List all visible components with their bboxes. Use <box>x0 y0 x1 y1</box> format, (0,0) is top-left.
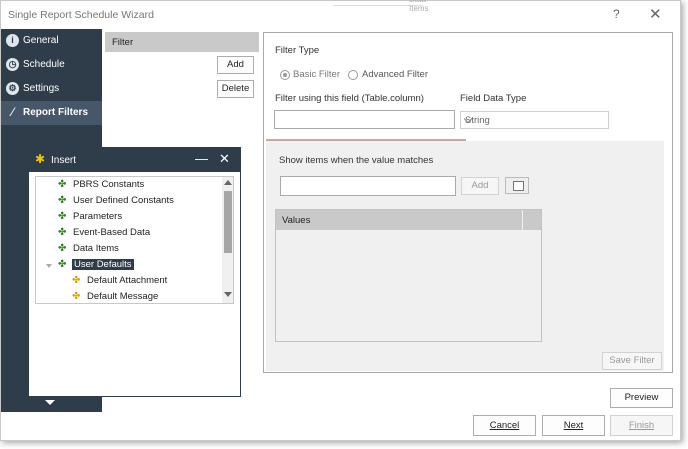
puzzle-icon: ✤ <box>58 227 67 238</box>
insert-icon: ✱ <box>35 152 46 166</box>
close-icon[interactable]: ✕ <box>649 5 662 23</box>
puzzle-icon: ✤ <box>58 179 67 190</box>
tree-item-label: Default Attachment <box>87 275 168 286</box>
match-value-input[interactable] <box>280 176 456 196</box>
value-list-icon[interactable] <box>505 177 529 194</box>
gold-puzzle-icon: ✤ <box>72 275 81 286</box>
filter-icon: ⁄ <box>11 105 14 119</box>
gear-icon: ⚙ <box>6 82 19 95</box>
insert-tree[interactable]: ✤ PBRS Constants ✤ User Defined Constants … <box>35 176 234 304</box>
background-tab-label: Data Items <box>409 0 429 13</box>
nav-item-schedule[interactable]: ◷ Schedule <box>1 53 102 77</box>
tree-item-label: Parameters <box>73 211 123 222</box>
advanced-filter-radio[interactable] <box>348 70 358 80</box>
add-filter-button[interactable]: Add <box>217 56 254 74</box>
filter-details-panel: Filter Type Basic Filter Advanced Filter… <box>263 32 673 373</box>
tree-scrollbar[interactable] <box>222 177 233 303</box>
scroll-thumb[interactable] <box>224 191 232 253</box>
puzzle-icon: ✤ <box>58 259 67 270</box>
field-label: Filter using this field (Table.column) <box>275 93 424 104</box>
gold-puzzle-icon: ✤ <box>72 291 81 302</box>
add-value-button[interactable]: Add <box>461 177 499 195</box>
field-input[interactable] <box>274 110 455 129</box>
filter-list-header: Filter <box>105 32 259 52</box>
data-type-label: Field Data Type <box>460 93 527 104</box>
clock-icon: ◷ <box>6 58 19 71</box>
advanced-filter-label: Advanced Filter <box>362 69 429 80</box>
expand-arrow-icon[interactable] <box>46 264 52 268</box>
tree-item-label: Data Items <box>73 243 119 254</box>
values-column-header: Values <box>276 210 522 230</box>
tree-item-label: Default Message <box>87 291 159 302</box>
help-button[interactable]: ? <box>613 7 620 21</box>
title-bar: Single Report Schedule Wizard Data Items… <box>1 0 680 29</box>
insert-title: Insert <box>51 155 77 166</box>
tree-item-label: PBRS Constants <box>73 179 145 190</box>
background-tab: Data Items <box>333 0 429 13</box>
nav-item-label: Schedule <box>23 59 65 70</box>
data-type-select[interactable]: String <box>460 111 609 129</box>
scroll-down-icon[interactable] <box>224 292 232 297</box>
values-grid[interactable]: Values <box>275 209 542 342</box>
delete-filter-button[interactable]: Delete <box>217 80 254 98</box>
tree-item-label: User Defaults <box>72 259 134 270</box>
values-header-label: Values <box>282 215 311 226</box>
next-button[interactable]: Next <box>542 415 605 436</box>
basic-filter-label: Basic Filter <box>293 69 340 80</box>
insert-window: ✱ Insert — ✕ ✤ PBRS Constants ✤ User Defin… <box>28 147 241 397</box>
nav-item-settings[interactable]: ⚙ Settings <box>1 77 102 101</box>
nav-item-label: Settings <box>23 83 60 94</box>
tree-item-label: User Defined Constants <box>73 195 174 206</box>
minimize-icon[interactable]: — <box>195 151 208 166</box>
save-filter-button[interactable]: Save Filter <box>602 352 662 370</box>
puzzle-icon: ✤ <box>58 211 67 222</box>
scroll-up-icon[interactable] <box>224 180 232 185</box>
match-area: Show items when the value matches Add Va… <box>266 141 664 371</box>
puzzle-icon: ✤ <box>58 243 67 254</box>
basic-filter-radio[interactable] <box>280 70 290 80</box>
filter-list-header-label: Filter <box>112 37 134 48</box>
tree-item-label: Event-Based Data <box>73 227 151 238</box>
window-title: Single Report Schedule Wizard <box>8 9 154 21</box>
insert-title-bar[interactable]: ✱ Insert — ✕ <box>29 148 240 172</box>
nav-item-label: General <box>23 35 59 46</box>
info-icon: i <box>6 34 19 47</box>
cancel-button[interactable]: Cancel <box>473 415 536 436</box>
finish-button[interactable]: Finish <box>610 415 673 436</box>
values-header-filler <box>523 210 541 230</box>
puzzle-icon: ✤ <box>58 195 67 206</box>
chevron-down-icon[interactable] <box>45 400 55 405</box>
nav-item-report-filters[interactable]: ⁄ Report Filters <box>1 101 102 125</box>
nav-item-label: Report Filters <box>23 107 89 118</box>
filter-type-label: Filter Type <box>275 45 320 56</box>
nav-item-general[interactable]: i General <box>1 29 102 53</box>
match-label: Show items when the value matches <box>279 155 434 166</box>
preview-button[interactable]: Preview <box>610 388 673 408</box>
close-icon[interactable]: ✕ <box>219 151 230 167</box>
